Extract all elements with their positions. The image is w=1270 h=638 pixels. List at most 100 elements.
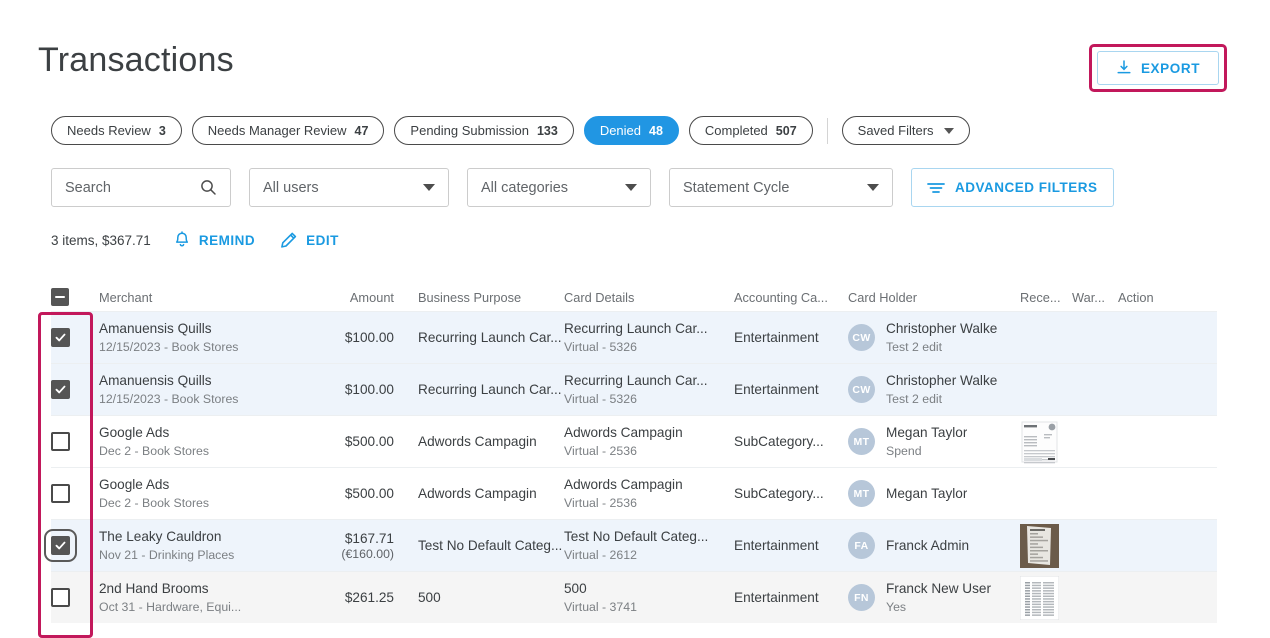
card-holder-name: Christopher Walke [886,321,998,336]
row-select-cell [51,588,99,607]
chip-denied[interactable]: Denied 48 [583,116,679,145]
accounting-category-cell: Entertainment [734,330,848,345]
chip-divider [826,117,828,144]
receipt-thumbnail-spreadsheet[interactable] [1020,575,1059,620]
receipt-thumbnail-invoice[interactable] [1020,419,1059,464]
table-row[interactable]: Google Ads Dec 2 - Book Stores $500.00 A… [51,467,1217,519]
merchant-name: The Leaky Cauldron [99,529,222,544]
table-row[interactable]: The Leaky Cauldron Nov 21 - Drinking Pla… [44,519,1217,571]
card-details-cell: Test No Default Categ... Virtual - 2612 [564,528,734,563]
business-purpose-value: 500 [418,590,441,605]
row-select-cell [44,529,99,562]
export-annotation-box: EXPORT [1089,44,1227,92]
card-details-cell: Adwords Campagin Virtual - 2536 [564,476,734,511]
amount-cell: $261.25 [332,590,394,605]
card-details-number: Virtual - 3741 [564,600,637,614]
row-checkbox[interactable] [51,588,70,607]
export-button[interactable]: EXPORT [1097,51,1219,85]
chip-pending-submission[interactable]: Pending Submission 133 [394,116,574,145]
accounting-category-value: SubCategory... [734,486,824,501]
card-details-name: Recurring Launch Car... [564,321,708,336]
chip-needs-manager-review[interactable]: Needs Manager Review 47 [191,116,385,145]
edit-button[interactable]: EDIT [279,231,339,250]
search-icon [201,180,216,195]
page-title: Transactions [38,41,234,79]
advanced-filters-button[interactable]: ADVANCED FILTERS [911,168,1114,207]
column-header-merchant[interactable]: Merchant [99,290,332,305]
table-row[interactable]: Amanuensis Quills 12/15/2023 - Book Stor… [51,311,1217,363]
table-header-row: Merchant Amount Business Purpose Card De… [51,283,1217,311]
selection-summary: 3 items, $367.71 [51,233,151,248]
card-holder-cell: MT Megan Taylor Spend [848,424,1020,459]
column-header-action[interactable]: Action [1118,290,1178,305]
remind-button[interactable]: REMIND [173,231,255,250]
business-purpose-cell: Test No Default Categ... [394,538,564,553]
advanced-filters-label: ADVANCED FILTERS [955,180,1098,195]
card-details-number: Virtual - 5326 [564,340,637,354]
amount-cell: $500.00 [332,434,394,449]
merchant-cell: The Leaky Cauldron Nov 21 - Drinking Pla… [99,528,332,563]
avatar: MT [848,480,875,507]
merchant-meta: Nov 21 - Drinking Places [99,548,235,562]
amount-value: $100.00 [344,330,394,345]
search-input[interactable]: Search [51,168,231,207]
row-checkbox[interactable] [51,484,70,503]
all-categories-value: All categories [481,179,569,196]
chip-count: 48 [649,123,663,138]
row-checkbox[interactable] [51,380,70,399]
column-header-card-holder[interactable]: Card Holder [848,290,1020,305]
select-all-checkbox[interactable] [51,288,69,306]
business-purpose-cell: 500 [394,590,564,605]
column-header-card-details[interactable]: Card Details [564,290,734,305]
column-header-amount[interactable]: Amount [332,290,394,305]
bulk-action-bar: 3 items, $367.71 REMIND EDIT [51,231,363,250]
merchant-name: Google Ads [99,425,170,440]
chip-count: 3 [158,123,166,138]
amount-cell: $100.00 [332,382,394,397]
statement-cycle-select[interactable]: Statement Cycle [669,168,893,207]
transactions-page: Transactions EXPORT Needs Review 3 Needs… [0,0,1270,638]
amount-value: $100.00 [344,382,394,397]
avatar: MT [848,428,875,455]
column-header-business-purpose[interactable]: Business Purpose [394,290,564,305]
accounting-category-cell: Entertainment [734,538,848,553]
row-checkbox[interactable] [51,328,70,347]
accounting-category-cell: Entertainment [734,382,848,397]
remind-label: REMIND [198,233,256,248]
chip-label: Completed [704,123,768,138]
card-holder-cell: FA Franck Admin [848,532,1020,559]
merchant-cell: Google Ads Dec 2 - Book Stores [99,424,332,459]
card-holder-cell: CW Christopher Walke Test 2 edit [848,372,1020,407]
all-users-select[interactable]: All users [249,168,449,207]
chip-completed[interactable]: Completed 507 [688,116,813,145]
card-holder-name: Christopher Walke [886,373,998,388]
receipt-thumbnail-photo[interactable] [1020,523,1059,568]
receipt-cell [1020,575,1072,620]
export-button-label: EXPORT [1140,60,1201,76]
row-checkbox[interactable] [44,529,77,562]
card-details-cell: Recurring Launch Car... Virtual - 5326 [564,372,734,407]
chip-saved-filters[interactable]: Saved Filters [841,116,970,145]
business-purpose-cell: Recurring Launch Car... [394,382,564,397]
accounting-category-value: Entertainment [734,382,819,397]
business-purpose-value: Adwords Campagin [418,486,537,501]
card-details-number: Virtual - 5326 [564,392,637,406]
table-row[interactable]: 2nd Hand Brooms Oct 31 - Hardware, Equi.… [51,571,1217,623]
table-row[interactable]: Amanuensis Quills 12/15/2023 - Book Stor… [51,363,1217,415]
merchant-meta: 12/15/2023 - Book Stores [99,392,239,406]
select-all-cell [51,288,99,306]
table-row[interactable]: Google Ads Dec 2 - Book Stores $500.00 A… [51,415,1217,467]
all-categories-select[interactable]: All categories [467,168,651,207]
column-header-receipt[interactable]: Rece... [1020,290,1072,305]
column-header-warning[interactable]: War... [1072,290,1118,305]
merchant-meta: Dec 2 - Book Stores [99,444,210,458]
business-purpose-value: Recurring Launch Car... [418,382,562,397]
row-checkbox[interactable] [51,432,70,451]
column-header-accounting-category[interactable]: Accounting Ca... [734,290,848,305]
chip-label: Denied [599,123,642,138]
card-details-cell: Recurring Launch Car... Virtual - 5326 [564,320,734,355]
amount-value: $167.71 [344,530,394,546]
chip-count: 507 [775,123,797,138]
chevron-down-icon [625,184,637,191]
chip-needs-review[interactable]: Needs Review 3 [51,116,182,145]
